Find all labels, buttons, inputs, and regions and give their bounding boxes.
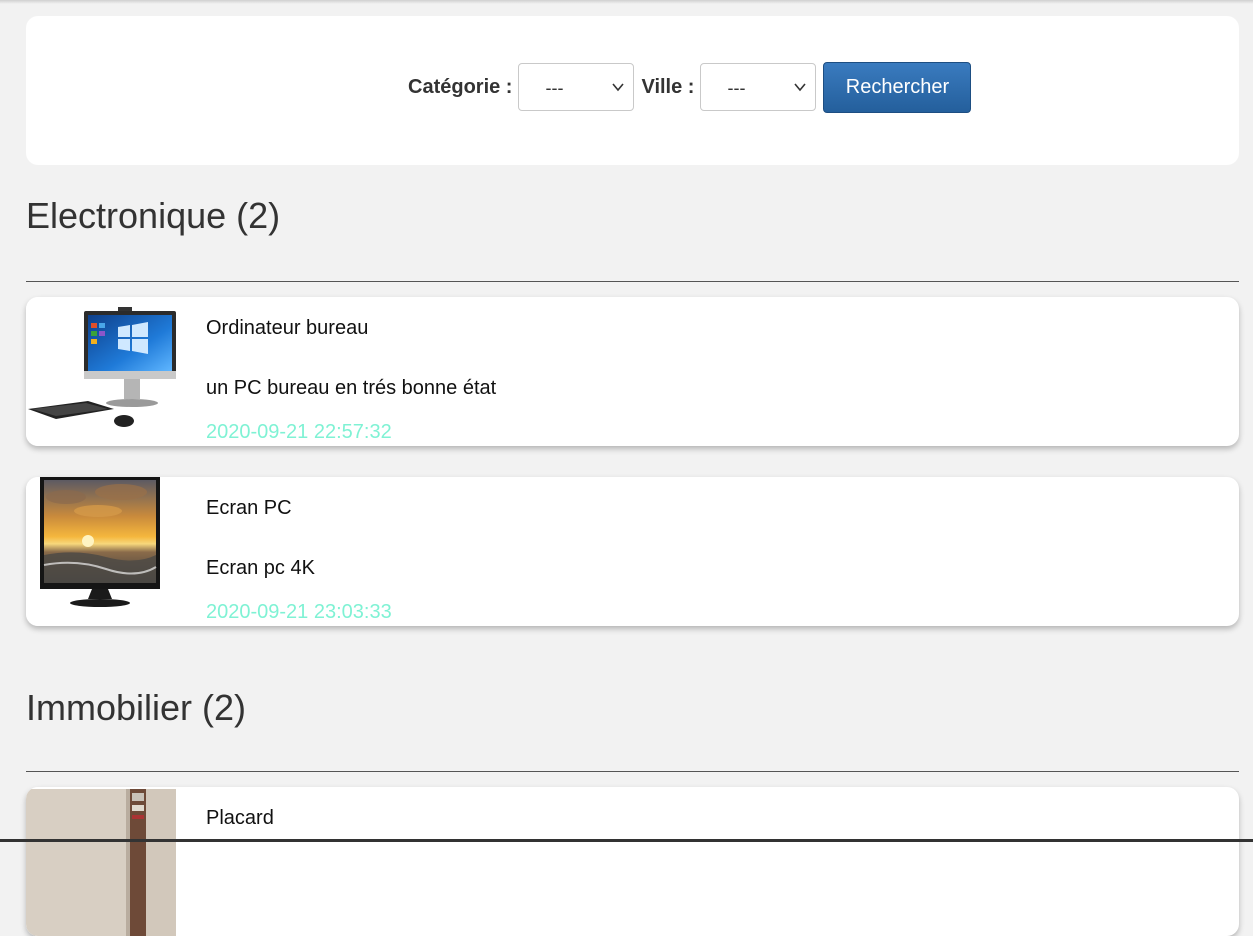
category-label: Catégorie : (408, 75, 513, 98)
listing-card[interactable]: Ecran PC Ecran pc 4K 2020-09-21 23:03:33 (26, 477, 1239, 626)
listing-date: 2020-09-21 23:03:33 (206, 601, 392, 623)
search-panel: Catégorie : --- Ville : --- Rechercher (26, 16, 1239, 165)
listing-card[interactable]: Placard (26, 787, 1239, 936)
top-shadow (0, 0, 1253, 4)
section-title-electronique: Electronique (2) (26, 195, 281, 236)
listing-description: un PC bureau en trés bonne état (206, 377, 497, 399)
search-form: Catégorie : --- Ville : --- Rechercher (408, 61, 972, 113)
city-label: Ville : (641, 75, 695, 98)
listing-card[interactable]: Ordinateur bureau un PC bureau en trés b… (26, 297, 1239, 446)
listing-description: Ecran pc 4K (206, 557, 315, 579)
section-divider (26, 281, 1239, 282)
wardrobe-image (26, 787, 186, 936)
chevron-down-icon (612, 83, 625, 92)
desktop-computer-image (26, 297, 186, 446)
city-select-value: --- (727, 78, 746, 98)
section-title-immobilier: Immobilier (2) (26, 687, 247, 728)
listing-date: 2020-09-21 22:57:32 (206, 421, 392, 443)
listing-title: Ordinateur bureau (206, 317, 369, 339)
category-select[interactable]: --- (518, 63, 635, 111)
section-divider (26, 771, 1239, 772)
search-button[interactable]: Rechercher (823, 61, 972, 113)
listing-title: Ecran PC (206, 497, 292, 519)
chevron-down-icon (794, 83, 807, 92)
category-select-value: --- (545, 78, 564, 98)
pc-monitor-image (26, 477, 186, 626)
listing-title: Placard (206, 807, 274, 829)
city-select[interactable]: --- (700, 63, 817, 111)
